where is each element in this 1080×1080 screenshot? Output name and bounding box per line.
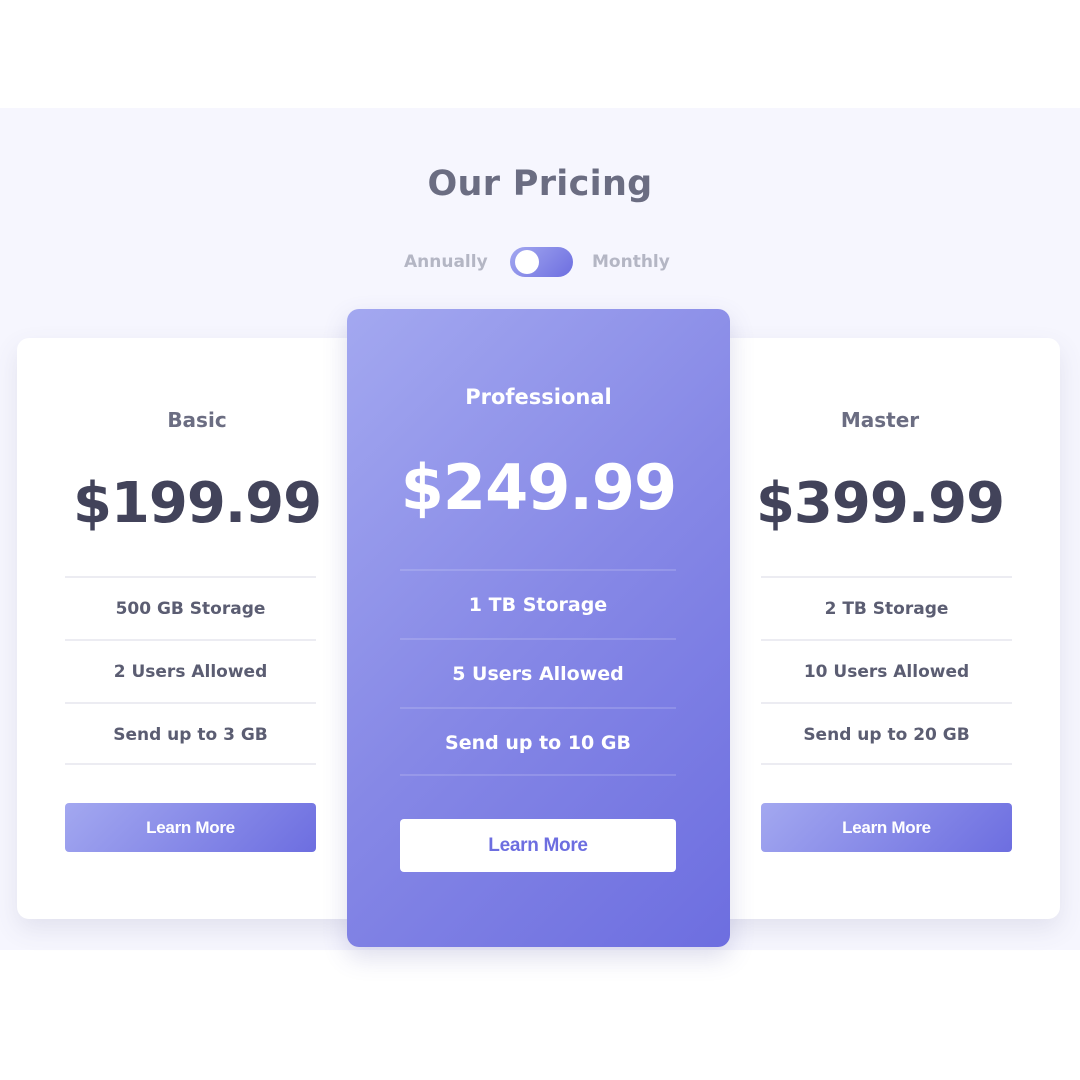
feature-item: 500 GB Storage	[65, 576, 316, 639]
billing-toggle-row: Annually Monthly	[0, 247, 1080, 277]
feature-item: 5 Users Allowed	[400, 638, 676, 707]
plan-name: Professional	[465, 385, 612, 409]
page-title: Our Pricing	[427, 164, 653, 204]
feature-item: Send up to 3 GB	[65, 702, 316, 765]
pricing-card-professional: Professional $249.99 1 TB Storage 5 User…	[347, 309, 730, 947]
feature-item: Send up to 20 GB	[761, 702, 1012, 765]
feature-list: 2 TB Storage 10 Users Allowed Send up to…	[761, 576, 1012, 765]
plan-name: Basic	[167, 408, 227, 432]
feature-list: 500 GB Storage 2 Users Allowed Send up t…	[65, 576, 316, 765]
feature-item: 1 TB Storage	[400, 569, 676, 638]
feature-item: 2 Users Allowed	[65, 639, 316, 702]
learn-more-button-master[interactable]: Learn More	[761, 803, 1012, 852]
pricing-card-master: Master $399.99 2 TB Storage 10 Users All…	[700, 338, 1060, 919]
feature-item: 2 TB Storage	[761, 576, 1012, 639]
toggle-knob[interactable]	[515, 250, 539, 274]
plan-price: $249.99	[400, 451, 677, 524]
plan-price: $399.99	[755, 471, 1005, 536]
feature-item: 10 Users Allowed	[761, 639, 1012, 702]
monthly-label[interactable]: Monthly	[592, 252, 670, 272]
plan-price: $199.99	[72, 471, 322, 536]
annually-label[interactable]: Annually	[404, 252, 488, 272]
feature-list: 1 TB Storage 5 Users Allowed Send up to …	[400, 569, 676, 776]
feature-item: Send up to 10 GB	[400, 707, 676, 776]
learn-more-button-basic[interactable]: Learn More	[65, 803, 316, 852]
plan-name: Master	[840, 408, 920, 432]
learn-more-button-professional[interactable]: Learn More	[400, 819, 676, 872]
billing-period-toggle[interactable]	[510, 247, 573, 277]
pricing-card-basic: Basic $199.99 500 GB Storage 2 Users All…	[17, 338, 377, 919]
